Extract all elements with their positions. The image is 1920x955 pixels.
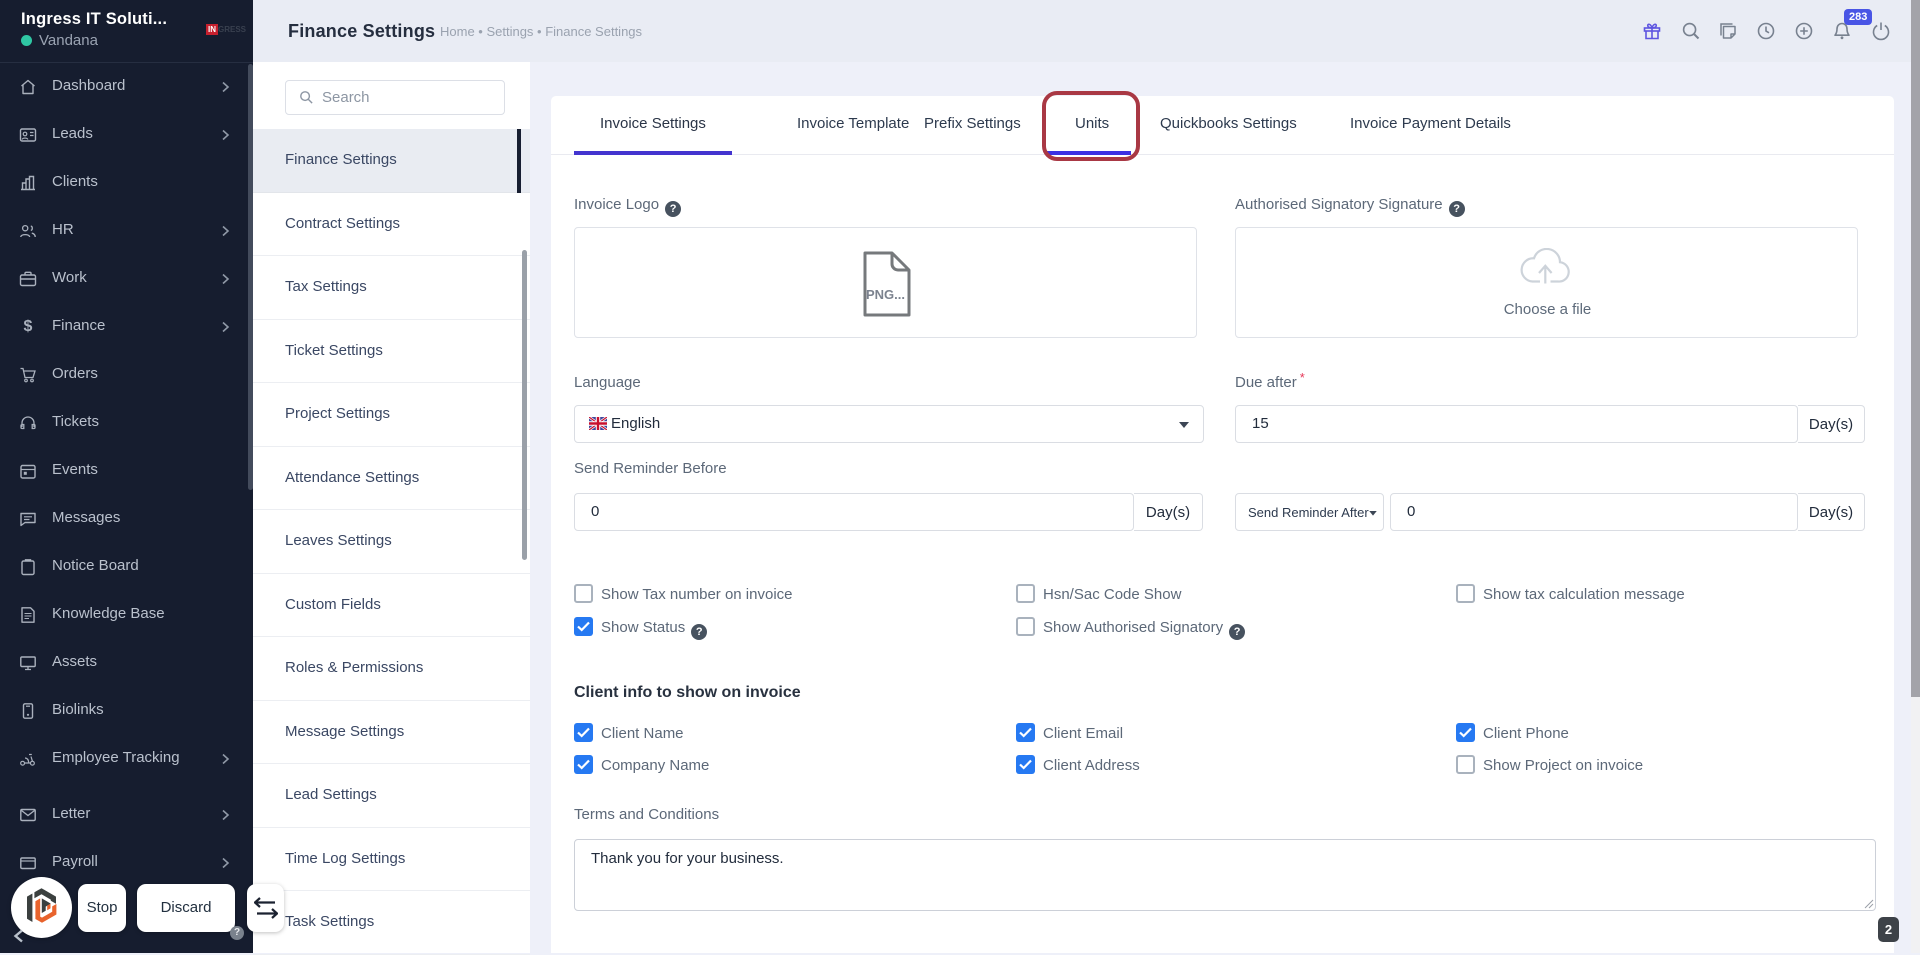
- svg-text:PNG...: PNG...: [866, 287, 905, 302]
